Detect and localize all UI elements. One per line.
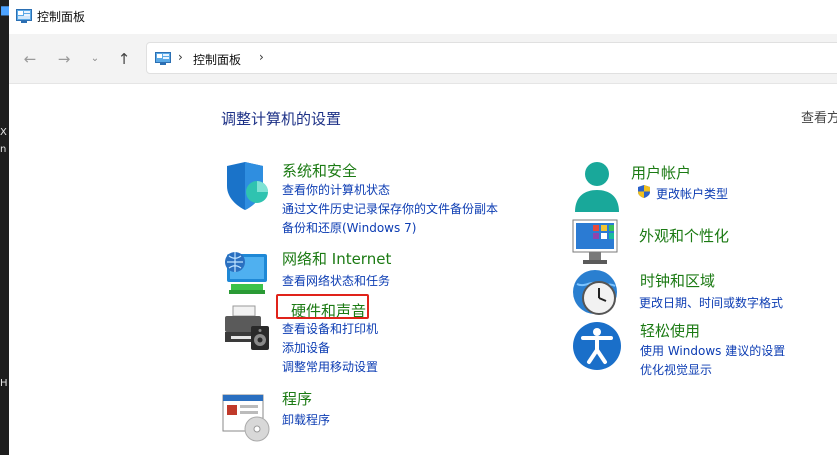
- printer-speaker-icon[interactable]: [221, 302, 273, 354]
- category-network-internet: 网络和 Internet 查看网络状态和任务: [221, 248, 541, 298]
- breadcrumb-separator-icon[interactable]: ›: [178, 50, 183, 64]
- control-panel-icon: [16, 9, 32, 23]
- link-uninstall-program[interactable]: 卸载程序: [282, 411, 330, 428]
- back-arrow-icon[interactable]: ←: [19, 48, 41, 70]
- shield-icon[interactable]: [221, 160, 273, 212]
- link-backup-restore[interactable]: 备份和还原(Windows 7): [282, 219, 416, 236]
- page-title: 调整计算机的设置: [221, 110, 342, 128]
- view-by-label[interactable]: 查看方: [801, 107, 837, 126]
- control-panel-window: 控制面板 ← → ⌄ ↑ › 控制面板 › 调整计算机的设置 查看方 系统和安全…: [9, 0, 837, 455]
- desktop-edge-text: n: [0, 144, 7, 155]
- desktop-edge-text: X: [0, 127, 7, 138]
- uac-shield-icon: [638, 185, 650, 198]
- category-ease-of-access: 轻松使用 使用 Windows 建议的设置 优化视觉显示: [571, 320, 831, 380]
- category-title[interactable]: 用户帐户: [631, 162, 691, 183]
- navigation-bar: ← → ⌄ ↑ › 控制面板 ›: [9, 34, 837, 84]
- link-date-time-format[interactable]: 更改日期、时间或数字格式: [639, 294, 783, 311]
- category-title[interactable]: 轻松使用: [640, 320, 700, 341]
- link-change-account-type[interactable]: 更改帐户类型: [656, 185, 728, 202]
- category-title[interactable]: 外观和个性化: [639, 225, 729, 246]
- category-title[interactable]: 程序: [282, 388, 312, 409]
- recent-locations-chevron-icon[interactable]: ⌄: [84, 48, 106, 70]
- link-file-history[interactable]: 通过文件历史记录保存你的文件备份副本: [282, 200, 498, 217]
- category-user-accounts: 用户帐户 更改帐户类型: [571, 160, 831, 212]
- title-bar[interactable]: 控制面板: [9, 0, 837, 34]
- up-arrow-icon[interactable]: ↑: [113, 48, 135, 70]
- link-optimize-visual-display[interactable]: 优化视觉显示: [640, 361, 712, 378]
- category-system-security: 系统和安全 查看你的计算机状态 通过文件历史记录保存你的文件备份副本 备份和还原…: [221, 160, 541, 240]
- address-bar[interactable]: › 控制面板 ›: [146, 42, 837, 74]
- highlight-box: [276, 294, 369, 319]
- programs-disc-icon[interactable]: [221, 391, 273, 443]
- accessibility-icon[interactable]: [571, 320, 623, 372]
- link-devices-printers[interactable]: 查看设备和打印机: [282, 320, 378, 337]
- clock-globe-icon[interactable]: [571, 268, 623, 320]
- category-programs: 程序 卸载程序: [221, 388, 541, 442]
- link-mobility-settings[interactable]: 调整常用移动设置: [282, 358, 378, 375]
- desktop-edge-text: H: [0, 378, 8, 389]
- category-title[interactable]: 时钟和区域: [640, 270, 715, 291]
- link-add-device[interactable]: 添加设备: [282, 339, 330, 356]
- category-appearance: 外观和个性化: [571, 216, 831, 264]
- breadcrumb-separator-icon[interactable]: ›: [259, 50, 264, 64]
- link-windows-recommended-settings[interactable]: 使用 Windows 建议的设置: [640, 342, 785, 359]
- window-title: 控制面板: [37, 10, 86, 24]
- breadcrumb-control-panel[interactable]: 控制面板: [193, 51, 241, 68]
- desktop-edge: ■ X n H: [0, 0, 11, 455]
- control-panel-icon: [155, 52, 171, 65]
- category-hardware-sound: 硬件和声音 查看设备和打印机 添加设备 调整常用移动设置: [221, 298, 541, 378]
- forward-arrow-icon[interactable]: →: [53, 48, 75, 70]
- category-title[interactable]: 网络和 Internet: [282, 248, 391, 269]
- monitor-palette-icon[interactable]: [571, 216, 623, 268]
- category-clock-region: 时钟和区域 更改日期、时间或数字格式: [571, 268, 831, 318]
- link-network-status[interactable]: 查看网络状态和任务: [282, 272, 390, 289]
- user-icon[interactable]: [571, 160, 623, 212]
- link-view-computer-status[interactable]: 查看你的计算机状态: [282, 181, 390, 198]
- category-title[interactable]: 系统和安全: [282, 160, 357, 181]
- network-globe-icon[interactable]: [221, 248, 273, 300]
